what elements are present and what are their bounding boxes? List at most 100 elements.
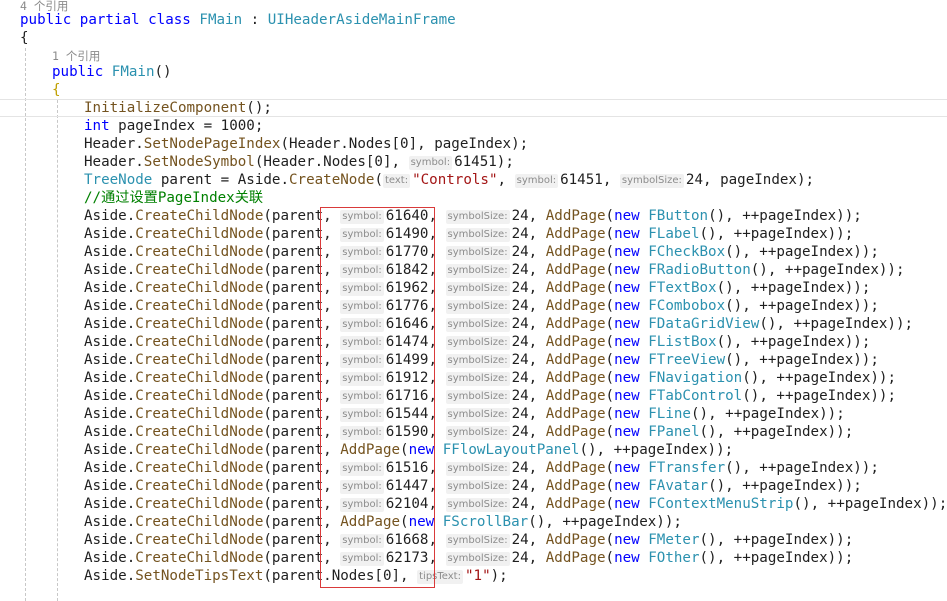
code-text: (), ++pageIndex)); bbox=[708, 478, 862, 494]
page-class-name: FAvatar bbox=[648, 478, 709, 494]
create-child-node-line[interactable]: Aside.CreateChildNode(parent, symbol: 617… bbox=[84, 387, 896, 405]
code-text: Aside. bbox=[84, 280, 136, 296]
code-text: (), ++pageIndex)); bbox=[742, 388, 896, 404]
create-child-node-line[interactable]: Aside.CreateChildNode(parent, symbol: 618… bbox=[84, 261, 905, 279]
create-child-node-line[interactable]: Aside.CreateChildNode(parent, symbol: 614… bbox=[84, 351, 879, 369]
code-text: ); bbox=[490, 568, 508, 584]
method-name: CreateChildNode bbox=[135, 388, 264, 404]
create-child-node-line[interactable]: Aside.CreateChildNode(parent, symbol: 616… bbox=[84, 531, 853, 549]
inlay-hint: symbolSize: bbox=[445, 282, 510, 296]
code-text: parent = Aside. bbox=[152, 172, 290, 188]
create-child-node-line[interactable]: Aside.CreateChildNode(parent, symbol: 615… bbox=[84, 459, 879, 477]
comment-line[interactable]: //通过设置PageIndex关联 bbox=[84, 189, 263, 207]
open-brace-line[interactable]: { bbox=[20, 29, 29, 47]
method-name: AddPage bbox=[545, 478, 606, 494]
method-name: AddPage bbox=[545, 262, 606, 278]
method-name: AddPage bbox=[545, 334, 606, 350]
ctor-name: FMain bbox=[111, 64, 155, 80]
keyword: new bbox=[614, 262, 640, 278]
code-text: Aside. bbox=[84, 460, 136, 476]
create-child-node-line[interactable]: Aside.CreateChildNode(parent, symbol: 621… bbox=[84, 495, 947, 513]
create-child-node-line[interactable]: Aside.CreateChildNode(parent, symbol: 614… bbox=[84, 333, 870, 351]
create-child-node-line[interactable]: Aside.CreateChildNode(parent, symbol: 616… bbox=[84, 207, 862, 225]
paren: ( bbox=[605, 316, 615, 332]
keyword: new bbox=[614, 316, 640, 332]
code-text: (), ++pageIndex)); bbox=[750, 262, 905, 278]
tree-node-line[interactable]: TreeNode parent = Aside.CreateNode(text:… bbox=[84, 171, 814, 189]
method-name: CreateChildNode bbox=[135, 244, 264, 260]
code-text: , pageIndex); bbox=[703, 172, 815, 188]
keyword: new bbox=[614, 352, 640, 368]
number-literal: 24 bbox=[511, 460, 529, 476]
keyword: new bbox=[614, 280, 640, 296]
set-page-index-line[interactable]: Header.SetNodePageIndex(Header.Nodes[0],… bbox=[84, 135, 528, 153]
create-child-node-line[interactable]: Aside.CreateChildNode(parent, symbol: 615… bbox=[84, 405, 845, 423]
create-child-node-line[interactable]: Aside.CreateChildNode(parent, symbol: 614… bbox=[84, 477, 862, 495]
paren: ( bbox=[605, 388, 615, 404]
set-symbol-line[interactable]: Header.SetNodeSymbol(Header.Nodes[0], sy… bbox=[84, 153, 514, 171]
create-child-node-line[interactable]: Aside.CreateChildNode(parent, symbol: 619… bbox=[84, 279, 870, 297]
create-child-node-line[interactable]: Aside.CreateChildNode(parent, symbol: 619… bbox=[84, 369, 896, 387]
code-text: (Header.Nodes[0], pageIndex); bbox=[280, 136, 529, 152]
page-class-name: FCheckBox bbox=[648, 244, 726, 260]
ctor-declaration-line[interactable]: public FMain() bbox=[52, 63, 172, 81]
comma: , bbox=[528, 460, 546, 476]
code-text: (), ++pageIndex)); bbox=[759, 316, 914, 332]
highlight-box bbox=[320, 207, 435, 588]
code-text: Aside. bbox=[84, 334, 136, 350]
comma: , bbox=[528, 208, 546, 224]
create-child-node-line[interactable]: Aside.CreateChildNode(parent, symbol: 614… bbox=[84, 225, 853, 243]
create-child-node-line[interactable]: Aside.CreateChildNode(parent, symbol: 621… bbox=[84, 549, 853, 567]
paren: ( bbox=[374, 172, 383, 188]
inlay-hint: symbolSize: bbox=[445, 426, 510, 440]
page-class-name: FTreeView bbox=[648, 352, 726, 368]
method-name: CreateChildNode bbox=[135, 298, 264, 314]
create-child-node-line[interactable]: Aside.CreateChildNode(parent, symbol: 615… bbox=[84, 423, 853, 441]
code-text: (), ++pageIndex)); bbox=[725, 298, 879, 314]
paren: ( bbox=[605, 424, 615, 440]
method-name: CreateChildNode bbox=[135, 406, 264, 422]
string-literal: "Controls" bbox=[412, 172, 498, 188]
code-text: Aside. bbox=[84, 424, 136, 440]
page-class-name: FMeter bbox=[648, 532, 700, 548]
code-text: Aside. bbox=[84, 244, 136, 260]
tips-line[interactable]: Aside.SetNodeTipsText(parent.Nodes[0], t… bbox=[84, 567, 508, 585]
paren: ( bbox=[605, 478, 615, 494]
create-child-node-line[interactable]: Aside.CreateChildNode(parent, symbol: 617… bbox=[84, 297, 879, 315]
class-declaration-line[interactable]: public partial class FMain : UIHeaderAsi… bbox=[20, 11, 456, 29]
code-text: Header. bbox=[84, 136, 144, 152]
create-child-node-line[interactable]: Aside.CreateChildNode(parent, symbol: 617… bbox=[84, 243, 879, 261]
keyword: new bbox=[614, 226, 640, 242]
keyword: new bbox=[614, 460, 640, 476]
method-name: CreateChildNode bbox=[135, 460, 264, 476]
page-class-name: FTransfer bbox=[648, 460, 726, 476]
create-child-node-line[interactable]: Aside.CreateChildNode(parent, symbol: 616… bbox=[84, 315, 913, 333]
inlay-hint: text: bbox=[382, 174, 411, 188]
method-name: CreateChildNode bbox=[135, 424, 264, 440]
keyword: int bbox=[84, 118, 110, 134]
code-text: Aside. bbox=[84, 208, 136, 224]
ctor-references-lens[interactable]: 1 个引用 bbox=[52, 48, 100, 64]
keyword: public bbox=[52, 64, 104, 80]
code-text: Aside. bbox=[84, 568, 136, 584]
number-literal: 24 bbox=[511, 208, 529, 224]
page-index-line[interactable]: int pageIndex = 1000; bbox=[84, 117, 263, 135]
init-line[interactable]: InitializeComponent(); bbox=[84, 99, 272, 117]
inlay-hint: symbolSize: bbox=[619, 174, 684, 188]
code-text: (), ++pageIndex)); bbox=[699, 424, 854, 440]
open-brace: { bbox=[20, 30, 29, 46]
paren: ( bbox=[605, 280, 615, 296]
ctor-brace-line[interactable]: { bbox=[52, 81, 61, 99]
method-name: AddPage bbox=[545, 352, 606, 368]
comma: , bbox=[528, 496, 546, 512]
paren: ( bbox=[605, 496, 615, 512]
